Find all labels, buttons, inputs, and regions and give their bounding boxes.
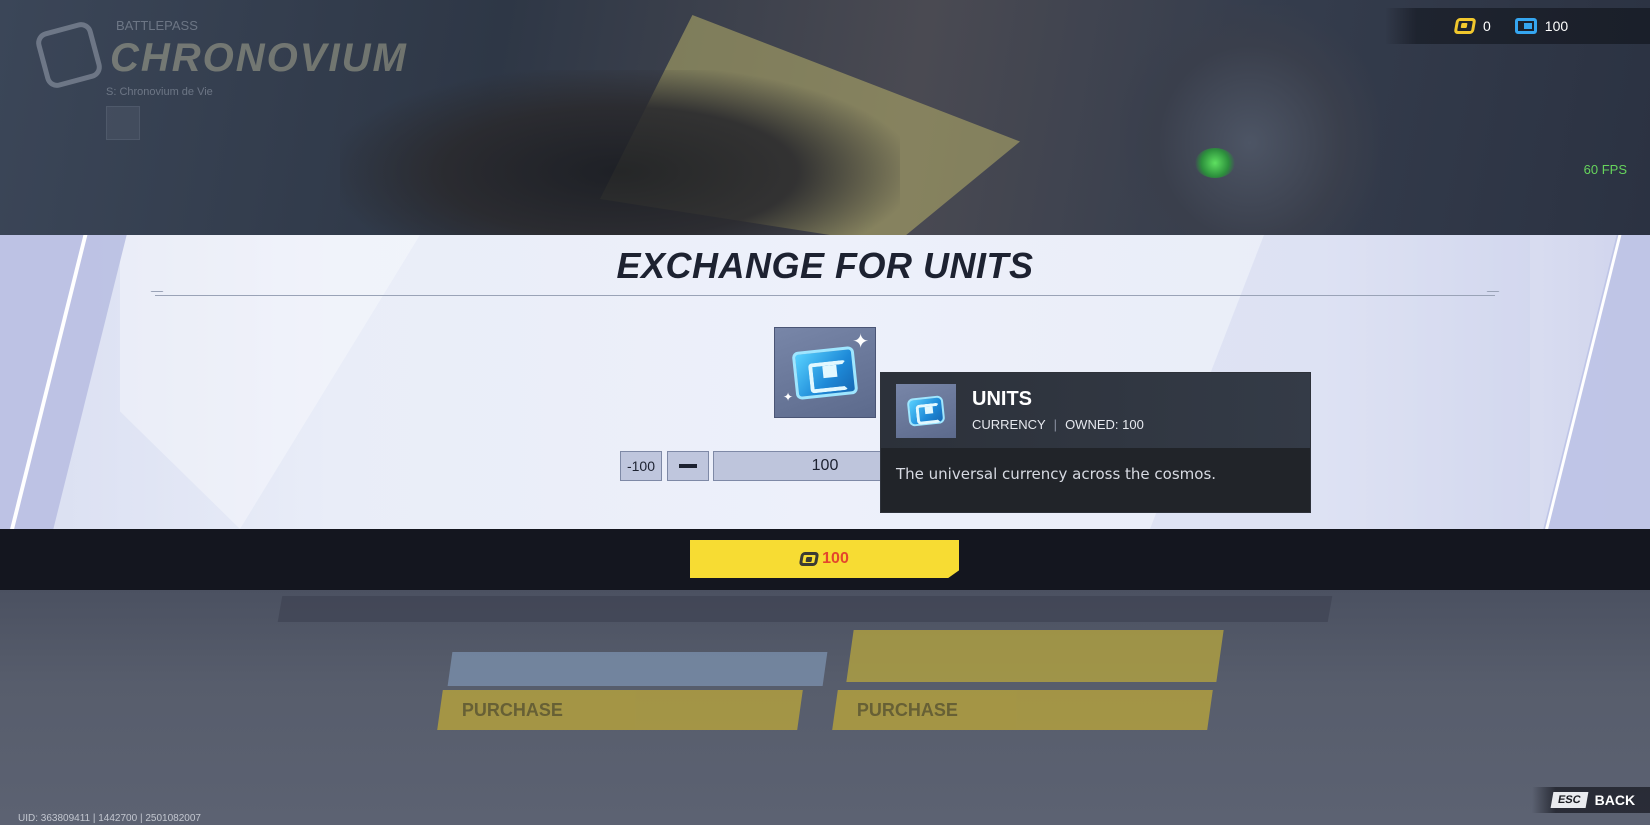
back-button[interactable]: ESC BACK [1532, 787, 1650, 813]
units-gem-icon [791, 345, 859, 400]
store-backdrop [0, 590, 1650, 825]
chrono-token-icon [798, 552, 820, 566]
tooltip-description: The universal currency across the cosmos… [896, 465, 1217, 483]
tooltip-separator: | [1053, 417, 1058, 432]
tooltip-category: CURRENCY [972, 417, 1046, 432]
background-card-luxury [846, 630, 1224, 682]
sparkle-icon: ✦ [852, 331, 869, 353]
background-purchase-button: PURCHASE [832, 690, 1213, 730]
chronovium-logo: BATTLEPASS CHRONOVIUM S: Chronovium de V… [33, 14, 406, 140]
tooltip-header: UNITS CURRENCY | OWNED: 100 [881, 373, 1310, 448]
units-item-tile[interactable]: ✦ ✦ [774, 327, 876, 418]
artwork-robot-eye [1195, 148, 1235, 178]
logo-level-badge [106, 106, 140, 140]
chrono-token-icon [1453, 18, 1477, 34]
tooltip-meta: CURRENCY | OWNED: 100 [972, 417, 1144, 432]
background-purchase-button: PURCHASE [437, 690, 803, 730]
artwork-robot-figure [1120, 5, 1380, 235]
esc-key-icon: ESC [1550, 792, 1589, 808]
currency-bar: 0 100 [1385, 8, 1650, 44]
tooltip-item-name: UNITS [972, 388, 1032, 410]
units-amount: 100 [1544, 18, 1569, 34]
units-gem-icon [906, 395, 946, 427]
purchase-button[interactable]: 100 [690, 540, 959, 578]
uid-label: UID: 363809411 | 1442700 | 2501082007 [18, 813, 201, 824]
background-purchase-label: PURCHASE [856, 700, 958, 720]
logo-subtitle: BATTLEPASS [116, 18, 198, 33]
purchase-price: 100 [822, 550, 849, 567]
back-label: BACK [1594, 792, 1636, 808]
currency-units[interactable]: 100 [1514, 18, 1569, 34]
minus-icon [679, 464, 697, 468]
logo-mark-icon [33, 19, 105, 91]
tooltip-item-thumbnail [896, 384, 956, 438]
sparkle-icon: ✦ [783, 390, 794, 404]
tooltip-owned-count: OWNED: 100 [1065, 417, 1144, 432]
currency-chronotokens[interactable]: 0 [1453, 18, 1491, 34]
logo-caption: S: Chronovium de Vie [106, 86, 213, 98]
units-icon [1514, 18, 1537, 34]
chronotoken-amount: 0 [1483, 18, 1491, 34]
fps-counter: 60 FPS [1583, 162, 1627, 177]
dialog-title: EXCHANGE FOR UNITS [616, 245, 1034, 286]
logo-title: CHRONOVIUM [110, 36, 408, 80]
artwork-hero-figure [340, 70, 900, 240]
title-divider [155, 295, 1495, 296]
item-tooltip: UNITS CURRENCY | OWNED: 100 The universa… [880, 372, 1311, 513]
decrease-100-button[interactable]: -100 [620, 451, 662, 481]
background-purchase-label: PURCHASE [461, 700, 563, 720]
background-tab-strip [277, 596, 1333, 622]
background-card-basic [447, 652, 828, 686]
decrease-button[interactable] [667, 451, 709, 481]
